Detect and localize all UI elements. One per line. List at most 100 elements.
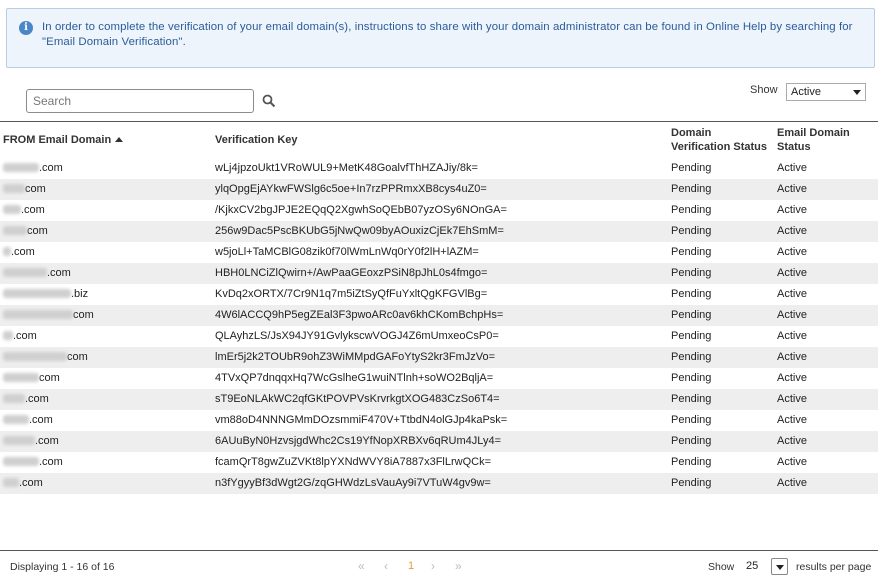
redacted-domain-prefix bbox=[3, 289, 71, 298]
cell-domain-verification-status: Pending bbox=[671, 183, 712, 195]
search-input[interactable] bbox=[26, 89, 254, 113]
cell-verification-key: KvDq2xORTX/7Cr9N1q7m5iZtSyQfFuYxltQgKFGV… bbox=[215, 288, 488, 300]
chevron-down-icon bbox=[776, 565, 784, 570]
redacted-domain-prefix bbox=[3, 226, 27, 235]
redacted-domain-prefix bbox=[3, 331, 13, 340]
table-row[interactable]: .com HBH0LNCiZlQwirn+/AwPaaGEoxzPSiN8pJhL… bbox=[0, 263, 878, 284]
cell-domain-verification-status: Pending bbox=[671, 225, 712, 237]
cell-email-domain-status: Active bbox=[777, 456, 807, 468]
status-filter-select[interactable]: Active bbox=[786, 83, 866, 101]
cell-domain-verification-status: Pending bbox=[671, 309, 712, 321]
per-page-dropdown[interactable] bbox=[771, 558, 788, 575]
redacted-domain-prefix bbox=[3, 310, 73, 319]
redacted-domain-prefix bbox=[3, 478, 19, 487]
search-icon[interactable] bbox=[262, 94, 276, 108]
cell-domain: .com bbox=[3, 204, 45, 217]
column-header-domain-verification-status[interactable]: Domain Verification Status bbox=[671, 126, 767, 154]
column-header-dvs-line1: Domain bbox=[671, 127, 712, 139]
info-icon: i bbox=[19, 21, 33, 35]
cell-domain: com bbox=[3, 225, 48, 238]
table-row[interactable]: .com/KjkxCV2bgJPJE2EQqQ2XgwhSoQEbB07yzOS… bbox=[0, 200, 878, 221]
status-filter-label: Show bbox=[750, 84, 778, 96]
cell-email-domain-status: Active bbox=[777, 267, 807, 279]
table-row[interactable]: com lmEr5j2k2TOUbR9ohZ3WiMMpdGAFoYtyS2kr3… bbox=[0, 347, 878, 368]
table-row[interactable]: .com wLj4jpzoUkt1VRoWUL9+MetK48GoalvfThHZ… bbox=[0, 158, 878, 179]
column-header-domain[interactable]: FROM Email Domain bbox=[3, 133, 124, 147]
cell-verification-key: fcamQrT8gwZuZVKt8lpYXNdWVY8iA7887x3FlLrw… bbox=[215, 456, 492, 468]
cell-verification-key: wLj4jpzoUkt1VRoWUL9+MetK48GoalvfThHZAJiy… bbox=[215, 162, 478, 174]
cell-domain: .com bbox=[3, 435, 59, 448]
table-row[interactable]: com 4TVxQP7dnqqxHq7WcGslheG1wuiNTlnh+soWO… bbox=[0, 368, 878, 389]
domain-suffix: .com bbox=[21, 204, 45, 216]
domain-suffix: .com bbox=[35, 435, 59, 447]
cell-domain: com bbox=[3, 309, 94, 322]
cell-email-domain-status: Active bbox=[777, 288, 807, 300]
table-row[interactable]: .com n3fYgyyBf3dWgt2G/zqGHWdzLsVauAy9i7VT… bbox=[0, 473, 878, 494]
column-header-eds-line2: Status bbox=[777, 141, 811, 153]
next-page-button[interactable]: › bbox=[431, 559, 435, 573]
table-row[interactable]: .com sT9EoNLAkWC2qfGKtPOVPVsKrvrkgtXOG483… bbox=[0, 389, 878, 410]
per-page-show-label: Show bbox=[708, 561, 735, 573]
redacted-domain-prefix bbox=[3, 205, 21, 214]
redacted-domain-prefix bbox=[3, 436, 35, 445]
table-row[interactable]: .com w5joLl+TaMCBlG08zik0f70lWmLnWq0rY0f2… bbox=[0, 242, 878, 263]
table-row[interactable]: .com QLAyhzLS/JsX94JY91GvlykscwVOGJ4Z6mUm… bbox=[0, 326, 878, 347]
cell-domain: .biz bbox=[3, 288, 88, 301]
redacted-domain-prefix bbox=[3, 184, 25, 193]
cell-domain-verification-status: Pending bbox=[671, 456, 712, 468]
displaying-count: Displaying 1 - 16 of 16 bbox=[10, 561, 115, 573]
cell-domain-verification-status: Pending bbox=[671, 393, 712, 405]
domain-suffix: .com bbox=[25, 393, 49, 405]
domain-suffix: .com bbox=[13, 330, 37, 342]
redacted-domain-prefix bbox=[3, 247, 11, 256]
table-row[interactable]: .com 6AUuByN0HzvsjgdWhc2Cs19YfNopXRBXv6qR… bbox=[0, 431, 878, 452]
cell-domain: .com bbox=[3, 414, 53, 427]
cell-domain: .com bbox=[3, 456, 63, 469]
redacted-domain-prefix bbox=[3, 352, 67, 361]
cell-domain-verification-status: Pending bbox=[671, 414, 712, 426]
cell-email-domain-status: Active bbox=[777, 477, 807, 489]
cell-verification-key: w5joLl+TaMCBlG08zik0f70lWmLnWq0rY0f2lH+l… bbox=[215, 246, 479, 258]
table-row[interactable]: .com vm88oD4NNNGMmDOzsmmiF470V+TtbdN4olGJ… bbox=[0, 410, 878, 431]
cell-domain: .com bbox=[3, 330, 37, 343]
cell-domain-verification-status: Pending bbox=[671, 204, 712, 216]
cell-domain: .com bbox=[3, 246, 35, 259]
domain-suffix: .com bbox=[39, 162, 63, 174]
table-row[interactable]: com ylqOpgEjAYkwFWSlg6c5oe+In7rzPPRmxXB8c… bbox=[0, 179, 878, 200]
cell-domain: .com bbox=[3, 477, 43, 490]
redacted-domain-prefix bbox=[3, 394, 25, 403]
cell-domain-verification-status: Pending bbox=[671, 246, 712, 258]
cell-verification-key: n3fYgyyBf3dWgt2G/zqGHWdzLsVauAy9i7VTuW4g… bbox=[215, 477, 491, 489]
table-row[interactable]: .com fcamQrT8gwZuZVKt8lpYXNdWVY8iA7887x3F… bbox=[0, 452, 878, 473]
sort-ascending-icon bbox=[115, 137, 124, 142]
last-page-button[interactable]: » bbox=[455, 559, 462, 573]
column-header-key[interactable]: Verification Key bbox=[215, 133, 298, 147]
domain-suffix: com bbox=[39, 372, 60, 384]
cell-verification-key: ylqOpgEjAYkwFWSlg6c5oe+In7rzPPRmxXB8cys4… bbox=[215, 183, 487, 195]
cell-verification-key: HBH0LNCiZlQwirn+/AwPaaGEoxzPSiN8pJhL0s4f… bbox=[215, 267, 488, 279]
domain-suffix: com bbox=[67, 351, 88, 363]
current-page[interactable]: 1 bbox=[408, 560, 414, 572]
cell-email-domain-status: Active bbox=[777, 309, 807, 321]
cell-domain-verification-status: Pending bbox=[671, 330, 712, 342]
cell-verification-key: 4TVxQP7dnqqxHq7WcGslheG1wuiNTlnh+soWO2Bq… bbox=[215, 372, 494, 384]
column-header-email-domain-status[interactable]: Email Domain Status bbox=[777, 126, 850, 154]
redacted-domain-prefix bbox=[3, 373, 39, 382]
cell-domain: .com bbox=[3, 162, 63, 175]
first-page-button[interactable]: « bbox=[358, 559, 365, 573]
domain-suffix: .com bbox=[11, 246, 35, 258]
table-row[interactable]: com 256w9Dac5PscBKUbG5jNwQw09byAOuxizCjEk… bbox=[0, 221, 878, 242]
cell-domain-verification-status: Pending bbox=[671, 288, 712, 300]
prev-page-button[interactable]: ‹ bbox=[384, 559, 388, 573]
cell-domain-verification-status: Pending bbox=[671, 267, 712, 279]
table-row[interactable]: .biz KvDq2xORTX/7Cr9N1q7m5iZtSyQfFuYxltQg… bbox=[0, 284, 878, 305]
chevron-down-icon bbox=[853, 90, 861, 95]
cell-domain-verification-status: Pending bbox=[671, 162, 712, 174]
cell-verification-key: 256w9Dac5PscBKUbG5jNwQw09byAOuxizCjEk7Eh… bbox=[215, 225, 504, 237]
cell-verification-key: QLAyhzLS/JsX94JY91GvlykscwVOGJ4Z6mUmxeoC… bbox=[215, 330, 499, 342]
cell-domain: com bbox=[3, 183, 46, 196]
domain-suffix: .com bbox=[47, 267, 71, 279]
cell-verification-key: 6AUuByN0HzvsjgdWhc2Cs19YfNopXRBXv6qRUm4J… bbox=[215, 435, 502, 447]
table-row[interactable]: com 4W6lACCQ9hP5egZEal3F3pwoARc0av6khCKom… bbox=[0, 305, 878, 326]
cell-domain-verification-status: Pending bbox=[671, 372, 712, 384]
